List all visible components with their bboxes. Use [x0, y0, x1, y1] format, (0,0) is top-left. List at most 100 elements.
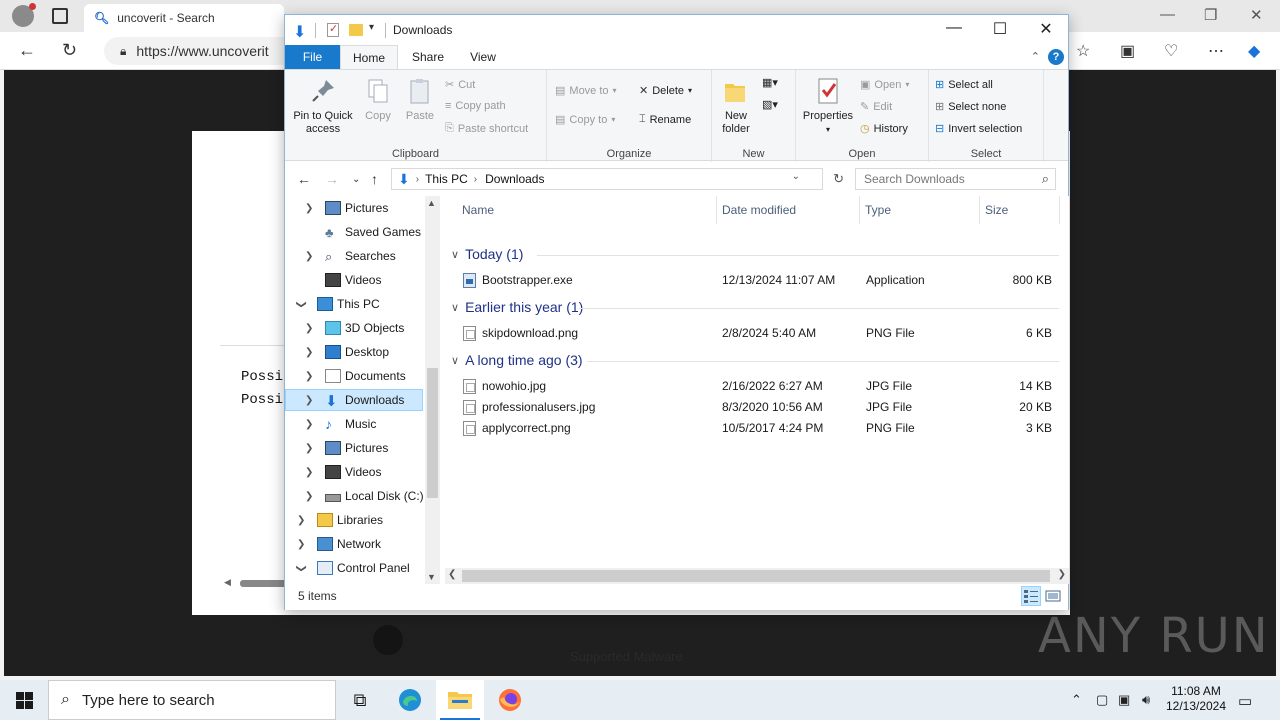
tab-view[interactable]: View — [463, 45, 503, 69]
breadcrumb-this-pc[interactable]: This PC — [425, 172, 468, 186]
expand-icon[interactable]: ❯ — [305, 371, 313, 382]
tab-actions-icon[interactable] — [52, 8, 68, 24]
firefox-taskbar-button[interactable] — [486, 680, 534, 720]
rename-button[interactable]: ⌶ Rename — [639, 113, 691, 126]
new-item-button[interactable]: ▦▾ — [762, 76, 778, 89]
up-button[interactable]: ↑ — [371, 171, 378, 187]
maximize-button[interactable]: ☐ — [977, 19, 1023, 41]
expand-icon[interactable]: ❯ — [305, 395, 313, 406]
nav-item-this-pc[interactable]: ❯ This PC — [285, 293, 441, 315]
minimize-button[interactable]: — — [931, 19, 977, 41]
refresh-icon[interactable]: ↻ — [833, 171, 844, 187]
pin-quick-access-button[interactable]: Pin to Quick access — [289, 76, 357, 136]
expand-icon[interactable]: ❯ — [305, 203, 313, 214]
nav-item-videos[interactable]: Videos — [285, 269, 441, 291]
refresh-icon[interactable]: ↻ — [62, 40, 77, 61]
expand-icon[interactable]: ❯ — [305, 323, 313, 334]
extensions-icon[interactable]: ♡ — [1164, 41, 1178, 61]
paste-shortcut-button[interactable]: ⎘ Paste shortcut — [445, 122, 528, 135]
browser-tab-active[interactable]: 🔍︎ uncoverit - Search — [84, 4, 284, 32]
paste-button[interactable]: Paste — [401, 76, 439, 123]
scroll-up-icon[interactable]: ▲ — [427, 198, 436, 208]
nav-item-network[interactable]: ❯ Network — [285, 533, 441, 555]
cut-button[interactable]: ✂ Cut — [445, 78, 475, 92]
properties-button[interactable]: Properties ▾ — [800, 76, 856, 136]
expand-icon[interactable]: ❯ — [297, 515, 305, 526]
copilot-icon[interactable]: ◆ — [1248, 41, 1260, 61]
close-button[interactable]: ✕ — [1023, 19, 1069, 41]
group-header-today[interactable]: ∨ Today (1) — [451, 246, 523, 262]
edge-taskbar-button[interactable] — [386, 680, 434, 720]
nav-vertical-scrollbar[interactable]: ▲ ▼ — [425, 196, 440, 584]
address-dropdown-icon[interactable]: ⌄ — [792, 171, 800, 182]
expand-icon[interactable]: ❯ — [305, 443, 313, 454]
select-none-button[interactable]: ⊞ Select none — [935, 100, 1006, 114]
history-button[interactable]: ◷ History — [860, 122, 908, 136]
scroll-right-icon[interactable]: ❯ — [1058, 569, 1066, 580]
expand-icon[interactable]: ❯ — [305, 491, 313, 502]
volume-icon[interactable]: 🔊︎ — [1142, 692, 1150, 708]
collapse-icon[interactable]: ❯ — [296, 300, 307, 308]
copy-path-button[interactable]: ≡ Copy path — [445, 100, 506, 112]
easy-access-button[interactable]: ▧▾ — [762, 98, 778, 111]
help-icon[interactable]: ? — [1048, 49, 1064, 65]
tab-share[interactable]: Share — [408, 45, 448, 69]
page-horizontal-scrollbar[interactable]: ◀ — [222, 577, 290, 589]
file-list-horizontal-scrollbar[interactable]: ❮ ❯ — [445, 568, 1069, 584]
show-hidden-icons-icon[interactable]: ⌃ — [1071, 692, 1082, 708]
customize-quick-access-icon[interactable]: ▾ — [369, 22, 374, 33]
tab-file[interactable]: File — [285, 45, 340, 69]
file-row[interactable]: skipdownload.png 2/8/2024 5:40 AM PNG Fi… — [460, 323, 1060, 344]
tab-home[interactable]: Home — [340, 45, 398, 69]
file-list-scroll-thumb[interactable] — [462, 570, 1050, 582]
file-row[interactable]: Bootstrapper.exe 12/13/2024 11:07 AM App… — [460, 270, 1060, 291]
expand-icon[interactable]: ❯ — [305, 347, 313, 358]
page-scroll-thumb[interactable] — [240, 580, 288, 587]
properties-quick-icon[interactable] — [327, 22, 339, 37]
file-row[interactable]: applycorrect.png 10/5/2017 4:24 PM PNG F… — [460, 418, 1060, 439]
taskbar-search-box[interactable]: ⌕ Type here to search — [48, 680, 336, 720]
new-folder-quick-icon[interactable] — [349, 24, 363, 36]
expand-icon[interactable]: ❯ — [305, 251, 313, 262]
large-icons-view-button[interactable] — [1043, 586, 1063, 606]
network-icon[interactable]: ▣ — [1118, 692, 1130, 708]
address-bar[interactable]: ⬇ › This PC › Downloads ⌄ ↻ — [391, 168, 844, 190]
nav-item-libraries[interactable]: ❯ Libraries — [285, 509, 441, 531]
back-icon[interactable]: ← — [18, 40, 36, 61]
nav-item-saved-games[interactable]: ♣ Saved Games — [285, 221, 441, 243]
nav-item-music[interactable]: ❯ ♪ Music — [285, 413, 441, 435]
new-folder-button[interactable]: New folder — [714, 76, 758, 136]
page-round-button[interactable] — [373, 625, 403, 655]
browser-close-button[interactable]: ✕ — [1250, 6, 1263, 24]
column-type[interactable]: Type — [860, 196, 980, 224]
nav-item-videos-2[interactable]: ❯ Videos — [285, 461, 441, 483]
forward-button[interactable]: → — [325, 171, 339, 187]
copy-button[interactable]: Copy — [359, 76, 397, 123]
move-to-button[interactable]: ▤ Move to ▾ — [555, 84, 617, 98]
collections-icon[interactable]: ▣ — [1120, 41, 1135, 61]
invert-selection-button[interactable]: ⊟ Invert selection — [935, 122, 1022, 136]
notifications-icon[interactable]: ▭ — [1238, 692, 1252, 710]
nav-item-desktop[interactable]: ❯ Desktop — [285, 341, 441, 363]
file-row[interactable]: nowohio.jpg 2/16/2022 6:27 AM JPG File 1… — [460, 376, 1060, 397]
column-date-modified[interactable]: Date modified — [717, 196, 860, 224]
profile-avatar[interactable] — [12, 3, 36, 27]
collapse-ribbon-icon[interactable]: ⌃ — [1031, 50, 1040, 63]
start-button[interactable] — [0, 680, 48, 720]
select-all-button[interactable]: ⊞ Select all — [935, 78, 993, 92]
favorite-icon[interactable]: ☆ — [1076, 41, 1090, 61]
more-icon[interactable]: ⋯ — [1208, 41, 1224, 61]
scroll-left-icon[interactable]: ◀ — [224, 577, 231, 588]
group-header-earlier-this-year[interactable]: ∨ Earlier this year (1) — [451, 299, 583, 315]
nav-item-local-disk[interactable]: ❯ Local Disk (C:) — [285, 485, 441, 507]
delete-button[interactable]: ✕ Delete ▾ — [639, 84, 692, 98]
nav-item-downloads[interactable]: ❯ ⬇ Downloads — [285, 389, 423, 411]
column-name[interactable]: Name — [457, 196, 717, 224]
details-view-button[interactable] — [1021, 586, 1041, 606]
search-input[interactable]: Search Downloads ⌕ — [855, 168, 1056, 190]
nav-item-documents[interactable]: ❯ Documents — [285, 365, 441, 387]
meet-now-icon[interactable]: ▢ — [1096, 692, 1108, 708]
column-size[interactable]: Size — [980, 196, 1060, 224]
collapse-icon[interactable]: ❯ — [296, 564, 307, 572]
nav-scroll-thumb[interactable] — [427, 368, 438, 498]
